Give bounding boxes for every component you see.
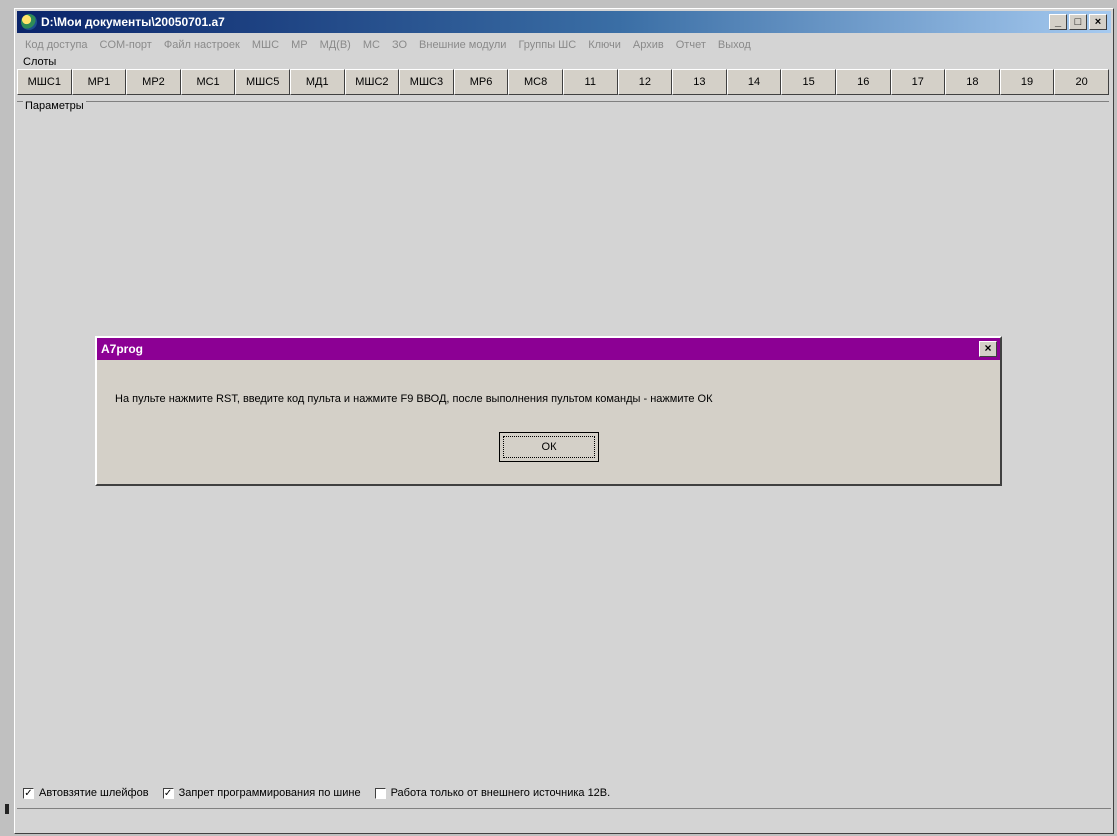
option-label: Автовзятие шлейфов <box>39 787 149 799</box>
app-icon <box>21 14 37 30</box>
menu-item-keys[interactable]: Ключи <box>582 39 627 51</box>
checkbox-checked-icon[interactable]: ✓ <box>162 787 174 799</box>
slot-button[interactable]: МР2 <box>126 69 181 95</box>
menu-item-archive[interactable]: Архив <box>627 39 670 51</box>
option-external-power-only[interactable]: Работа только от внешнего источника 12В. <box>374 787 611 799</box>
menu-item-access-code[interactable]: Код доступа <box>19 39 94 51</box>
menu-item-external-modules[interactable]: Внешние модули <box>413 39 512 51</box>
slots-group-label: Слоты <box>23 56 57 68</box>
option-bus-programming-lock[interactable]: ✓ Запрет программирования по шине <box>162 787 361 799</box>
slot-button[interactable]: МД1 <box>289 69 345 95</box>
options-row: ✓ Автовзятие шлейфов ✓ Запрет программир… <box>23 787 624 799</box>
maximize-button[interactable]: □ <box>1069 14 1087 30</box>
slot-button[interactable]: 13 <box>672 69 727 95</box>
title-bar[interactable]: D:\Мои документы\20050701.a7 _ □ × <box>17 11 1111 33</box>
checkbox-checked-icon[interactable]: ✓ <box>23 787 34 799</box>
dialog-title-bar[interactable]: A7prog × <box>97 338 1000 360</box>
slot-button[interactable]: МШС2 <box>344 69 400 95</box>
menu-item-report[interactable]: Отчет <box>670 39 712 51</box>
parameters-label: Параметры <box>23 100 86 112</box>
message-dialog: A7prog × На пульте нажмите RST, введите … <box>95 336 1002 486</box>
menu-item-exit[interactable]: Выход <box>712 39 757 51</box>
ok-button[interactable]: ОК <box>499 432 599 462</box>
splitter-handle[interactable] <box>5 804 9 814</box>
option-auto-arm[interactable]: ✓ Автовзятие шлейфов <box>23 787 149 799</box>
option-label: Запрет программирования по шине <box>178 787 361 799</box>
slot-button[interactable]: МШС1 <box>17 69 72 95</box>
option-label: Работа только от внешнего источника 12В. <box>390 787 611 799</box>
status-bar <box>17 808 1111 831</box>
slot-button[interactable]: 19 <box>999 69 1055 95</box>
slot-button[interactable]: 17 <box>890 69 946 95</box>
window-title: D:\Мои документы\20050701.a7 <box>41 15 225 29</box>
menu-item-md[interactable]: МД(В) <box>314 39 357 51</box>
slot-button[interactable]: 18 <box>945 69 1000 95</box>
slots-toolbar: МШС1 МР1 МР2 МС1 МШС5 МД1 МШС2 МШС3 МР6 … <box>17 69 1109 95</box>
minimize-button[interactable]: _ <box>1049 14 1067 30</box>
slot-button[interactable]: МС8 <box>508 69 563 95</box>
menu-item-mr[interactable]: МР <box>285 39 314 51</box>
menu-item-shs-groups[interactable]: Группы ШС <box>512 39 582 51</box>
main-window: D:\Мои документы\20050701.a7 _ □ × Код д… <box>5 8 1114 834</box>
slot-button[interactable]: 15 <box>781 69 836 95</box>
slot-button[interactable]: 14 <box>726 69 782 95</box>
menu-item-settings-file[interactable]: Файл настроек <box>158 39 246 51</box>
menu-item-ms[interactable]: МС <box>357 39 386 51</box>
dialog-message: На пульте нажмите RST, введите код пульт… <box>115 393 713 405</box>
slot-button[interactable]: МШС5 <box>235 69 290 95</box>
slot-button[interactable]: МШС3 <box>399 69 454 95</box>
slot-button[interactable]: МР1 <box>71 69 127 95</box>
close-button[interactable]: × <box>1089 14 1107 30</box>
slot-button[interactable]: МС1 <box>180 69 236 95</box>
slot-button[interactable]: 16 <box>835 69 891 95</box>
slot-button[interactable]: 20 <box>1054 69 1109 95</box>
dialog-close-icon[interactable]: × <box>979 341 997 357</box>
slot-button[interactable]: 11 <box>562 69 618 95</box>
menu-item-com-port[interactable]: COM-порт <box>94 39 158 51</box>
slot-button[interactable]: 12 <box>617 69 673 95</box>
menu-item-zo[interactable]: ЗО <box>386 39 413 51</box>
checkbox-unchecked-icon[interactable] <box>374 787 386 799</box>
menu-bar: Код доступа COM-порт Файл настроек МШС М… <box>19 36 1109 54</box>
dialog-title: A7prog <box>101 342 143 356</box>
slot-button[interactable]: МР6 <box>453 69 509 95</box>
menu-item-mshs[interactable]: МШС <box>246 39 285 51</box>
